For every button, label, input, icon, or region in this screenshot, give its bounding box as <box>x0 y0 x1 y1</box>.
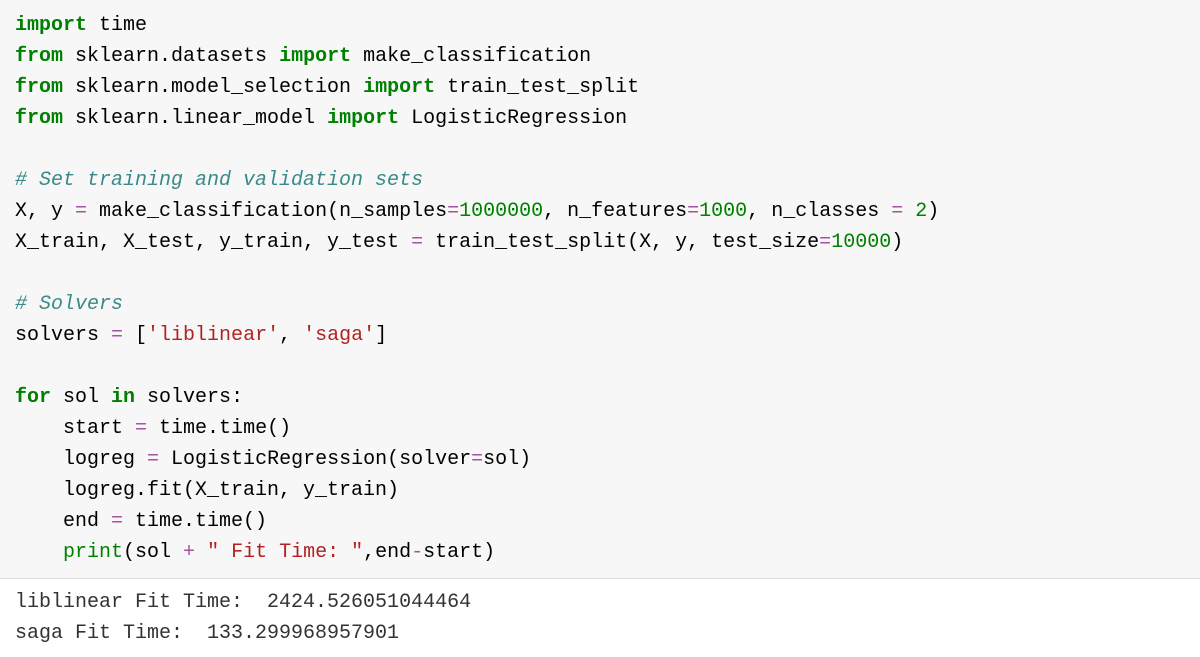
code-line: X, y = make_classification(n_samples=100… <box>15 200 939 223</box>
code-line: from sklearn.datasets import make_classi… <box>15 45 591 68</box>
output-cell: liblinear Fit Time: 2424.526051044464 sa… <box>0 579 1200 657</box>
code-cell: import time from sklearn.datasets import… <box>0 0 1200 579</box>
code-line: for sol in solvers: <box>15 386 243 409</box>
code-line: logreg = LogisticRegression(solver=sol) <box>15 448 531 471</box>
code-line: from sklearn.linear_model import Logisti… <box>15 107 627 130</box>
code-line: # Set training and validation sets <box>15 169 423 192</box>
code-line: import time <box>15 14 147 37</box>
output-line: saga Fit Time: 133.299968957901 <box>15 622 399 645</box>
code-line: from sklearn.model_selection import trai… <box>15 76 639 99</box>
code-line: # Solvers <box>15 293 123 316</box>
code-line: solvers = ['liblinear', 'saga'] <box>15 324 387 347</box>
code-line: print(sol + " Fit Time: ",end-start) <box>15 541 495 564</box>
code-line: end = time.time() <box>15 510 267 533</box>
code-line: X_train, X_test, y_train, y_test = train… <box>15 231 903 254</box>
output-line: liblinear Fit Time: 2424.526051044464 <box>15 591 471 614</box>
code-line: logreg.fit(X_train, y_train) <box>15 479 399 502</box>
code-line: start = time.time() <box>15 417 291 440</box>
